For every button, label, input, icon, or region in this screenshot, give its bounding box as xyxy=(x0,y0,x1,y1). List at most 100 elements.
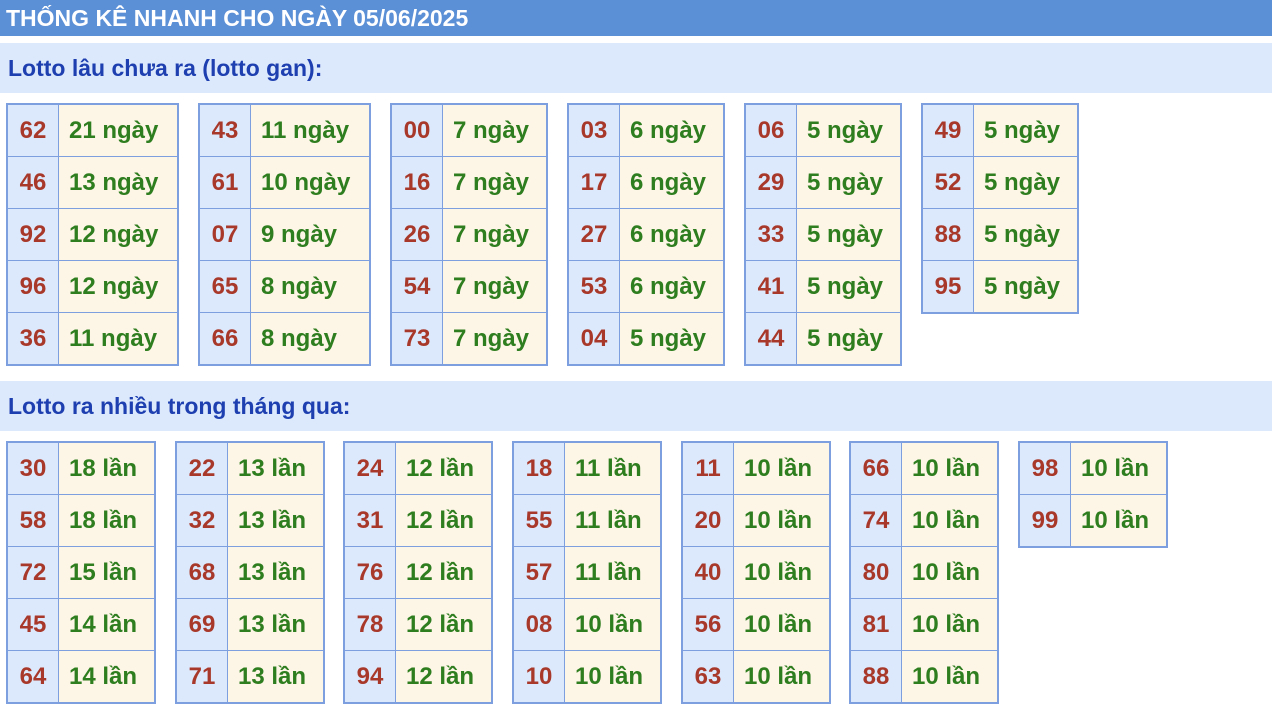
gan-group-table: 06 5 ngày 29 5 ngày 33 5 ngày 41 5 ngày 44 5 ngày xyxy=(744,103,902,366)
table-row: 53 6 ngày xyxy=(567,260,725,313)
lotto-number: 43 xyxy=(198,103,251,157)
table-row: 61 10 ngày xyxy=(198,156,371,209)
lotto-number: 52 xyxy=(921,156,974,209)
days-absent-value: 5 ngày xyxy=(796,208,902,261)
table-row: 45 14 lần xyxy=(6,598,156,651)
occurrence-count-value: 10 lần xyxy=(901,598,999,651)
table-row: 54 7 ngày xyxy=(390,260,548,313)
section-title-lotto-gan: Lotto lâu chưa ra (lotto gan): xyxy=(0,43,1272,93)
days-absent-value: 5 ngày xyxy=(973,103,1079,157)
table-row: 76 12 lần xyxy=(343,546,493,599)
lotto-number: 18 xyxy=(512,441,565,495)
table-row: 68 13 lần xyxy=(175,546,325,599)
occurrence-count-value: 10 lần xyxy=(1070,441,1168,495)
lotto-number: 78 xyxy=(343,598,396,651)
lotto-number: 80 xyxy=(849,546,902,599)
table-row: 20 10 lần xyxy=(681,494,831,547)
page-header: THỐNG KÊ NHANH CHO NGÀY 05/06/2025 xyxy=(0,0,1272,36)
table-row: 24 12 lần xyxy=(343,441,493,495)
table-row: 65 8 ngày xyxy=(198,260,371,313)
lotto-number: 73 xyxy=(390,312,443,366)
lotto-number: 24 xyxy=(343,441,396,495)
days-absent-value: 12 ngày xyxy=(58,260,179,313)
lotto-number: 04 xyxy=(567,312,620,366)
gan-group-table: 49 5 ngày 52 5 ngày 88 5 ngày 95 5 ngày xyxy=(921,103,1079,314)
lotto-number: 36 xyxy=(6,312,59,366)
lotto-number: 99 xyxy=(1018,494,1071,548)
lotto-number: 58 xyxy=(6,494,59,547)
lotto-number: 08 xyxy=(512,598,565,651)
lotto-number: 40 xyxy=(681,546,734,599)
days-absent-value: 8 ngày xyxy=(250,260,371,313)
days-absent-value: 12 ngày xyxy=(58,208,179,261)
occurrence-count-value: 10 lần xyxy=(564,650,662,704)
table-row: 18 11 lần xyxy=(512,441,662,495)
occurrence-count-value: 10 lần xyxy=(1070,494,1168,548)
lotto-number: 63 xyxy=(681,650,734,704)
lotto-number: 11 xyxy=(681,441,734,495)
table-row: 78 12 lần xyxy=(343,598,493,651)
occurrence-count-value: 12 lần xyxy=(395,650,493,704)
table-row: 26 7 ngày xyxy=(390,208,548,261)
table-row: 30 18 lần xyxy=(6,441,156,495)
days-absent-value: 6 ngày xyxy=(619,103,725,157)
table-row: 40 10 lần xyxy=(681,546,831,599)
lotto-number: 61 xyxy=(198,156,251,209)
lotto-number: 94 xyxy=(343,650,396,704)
lotto-number: 44 xyxy=(744,312,797,366)
occurrence-count-value: 10 lần xyxy=(733,546,831,599)
occurrence-count-value: 11 lần xyxy=(564,546,662,599)
lotto-number: 31 xyxy=(343,494,396,547)
days-absent-value: 5 ngày xyxy=(619,312,725,366)
table-row: 81 10 lần xyxy=(849,598,999,651)
lotto-number: 65 xyxy=(198,260,251,313)
lotto-number: 95 xyxy=(921,260,974,314)
table-row: 32 13 lần xyxy=(175,494,325,547)
occurrence-count-value: 10 lần xyxy=(733,441,831,495)
lotto-number: 88 xyxy=(849,650,902,704)
lotto-number: 10 xyxy=(512,650,565,704)
table-row: 44 5 ngày xyxy=(744,312,902,366)
lotto-number: 45 xyxy=(6,598,59,651)
occurrence-count-value: 13 lần xyxy=(227,598,325,651)
days-absent-value: 5 ngày xyxy=(796,103,902,157)
nhieu-group-table: 18 11 lần 55 11 lần 57 11 lần 08 10 lần 10 10 lần xyxy=(512,441,662,704)
table-row: 88 10 lần xyxy=(849,650,999,704)
lotto-number: 20 xyxy=(681,494,734,547)
lotto-number: 41 xyxy=(744,260,797,313)
table-row: 17 6 ngày xyxy=(567,156,725,209)
days-absent-value: 7 ngày xyxy=(442,103,548,157)
table-row: 64 14 lần xyxy=(6,650,156,704)
table-row: 62 21 ngày xyxy=(6,103,179,157)
table-row: 56 10 lần xyxy=(681,598,831,651)
days-absent-value: 8 ngày xyxy=(250,312,371,366)
lotto-number: 69 xyxy=(175,598,228,651)
table-row: 16 7 ngày xyxy=(390,156,548,209)
lotto-number: 00 xyxy=(390,103,443,157)
occurrence-count-value: 13 lần xyxy=(227,441,325,495)
nhieu-group-table: 11 10 lần 20 10 lần 40 10 lần 56 10 lần 63 10 lần xyxy=(681,441,831,704)
table-row: 95 5 ngày xyxy=(921,260,1079,314)
days-absent-value: 5 ngày xyxy=(796,260,902,313)
lotto-number: 06 xyxy=(744,103,797,157)
lotto-number: 07 xyxy=(198,208,251,261)
lotto-number: 32 xyxy=(175,494,228,547)
lotto-nhieu-groups: 30 18 lần 58 18 lần 72 15 lần 45 14 lần 64 14 lần… xyxy=(0,441,1272,711)
occurrence-count-value: 12 lần xyxy=(395,441,493,495)
table-row: 36 11 ngày xyxy=(6,312,179,366)
gan-group-table: 62 21 ngày 46 13 ngày 92 12 ngày 96 12 ngày 36 11… xyxy=(6,103,179,366)
lotto-number: 29 xyxy=(744,156,797,209)
table-row: 74 10 lần xyxy=(849,494,999,547)
table-row: 11 10 lần xyxy=(681,441,831,495)
occurrence-count-value: 10 lần xyxy=(901,494,999,547)
lotto-number: 30 xyxy=(6,441,59,495)
lotto-number: 27 xyxy=(567,208,620,261)
days-absent-value: 9 ngày xyxy=(250,208,371,261)
lotto-number: 71 xyxy=(175,650,228,704)
table-row: 46 13 ngày xyxy=(6,156,179,209)
table-row: 55 11 lần xyxy=(512,494,662,547)
table-row: 04 5 ngày xyxy=(567,312,725,366)
table-row: 08 10 lần xyxy=(512,598,662,651)
table-row: 33 5 ngày xyxy=(744,208,902,261)
nhieu-group-table: 66 10 lần 74 10 lần 80 10 lần 81 10 lần 88 10 lần xyxy=(849,441,999,704)
